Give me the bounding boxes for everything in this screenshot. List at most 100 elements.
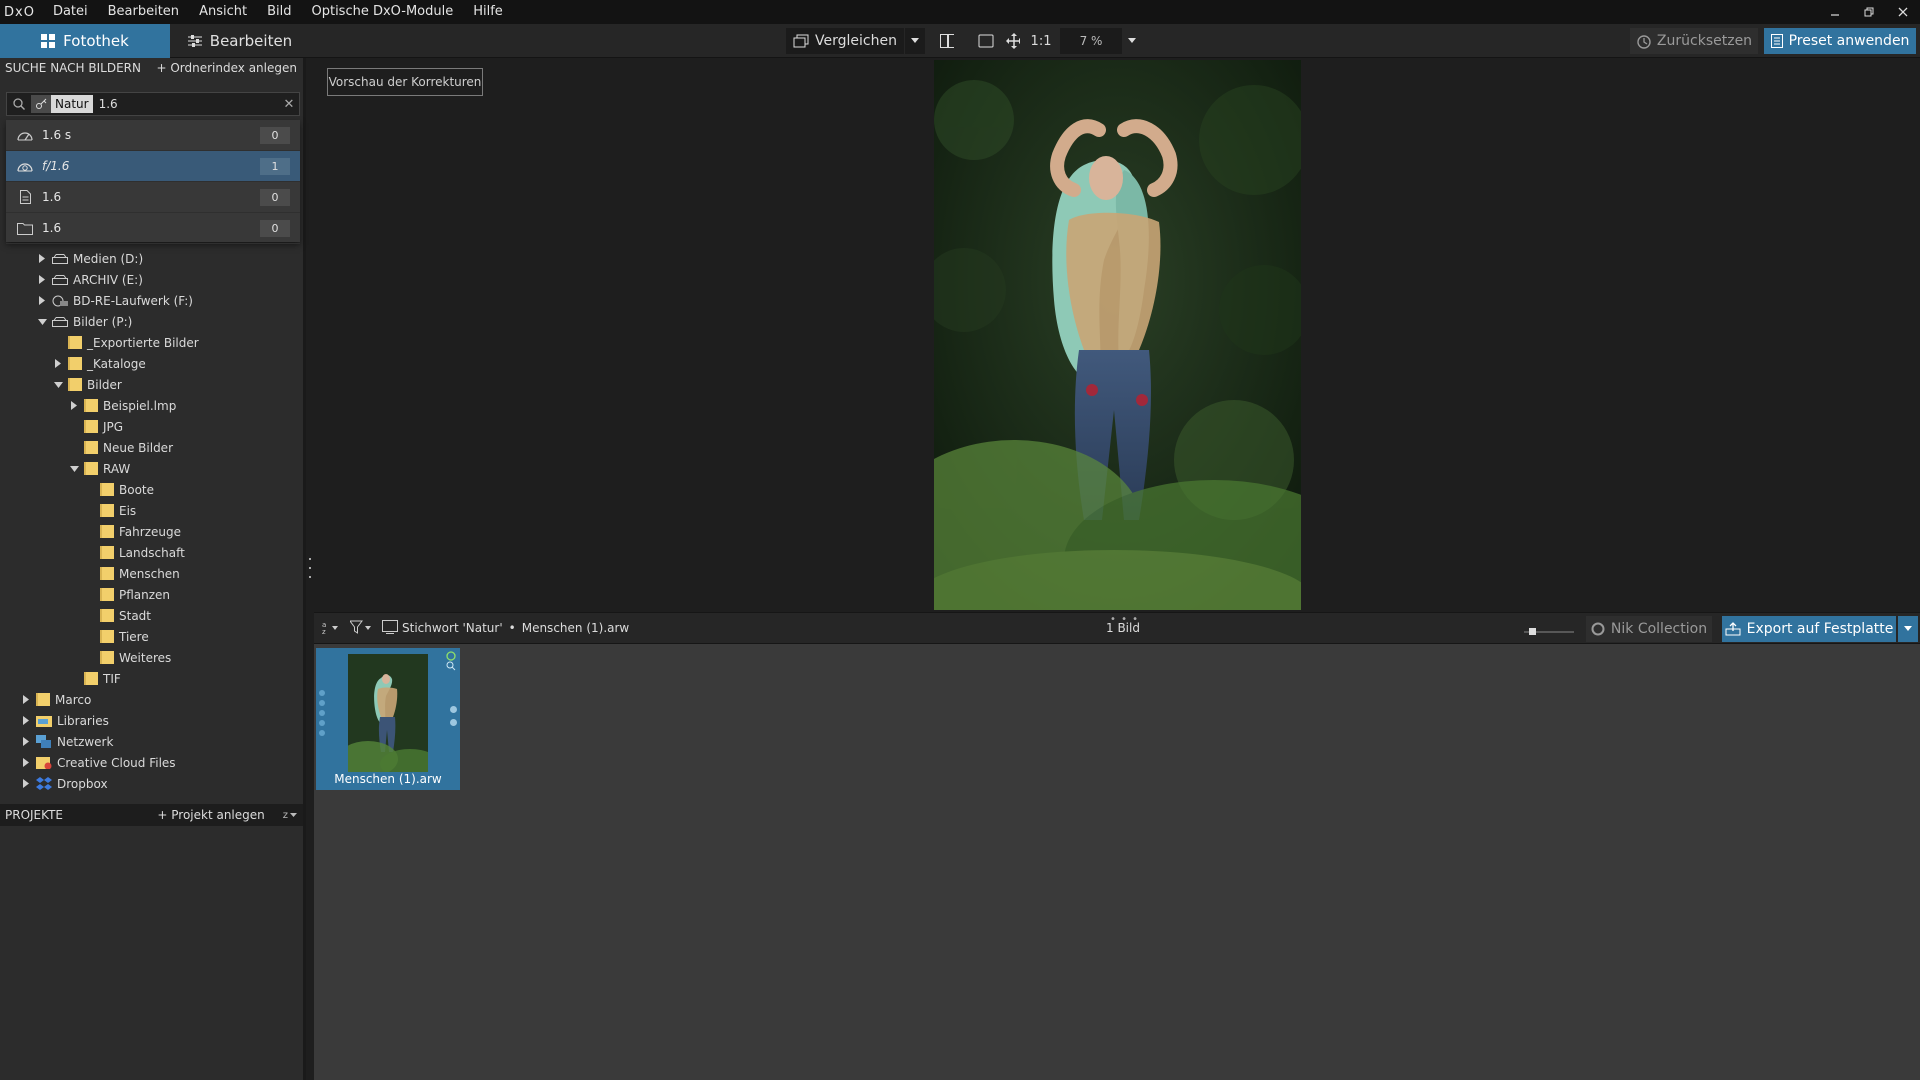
reset-button[interactable]: Zurücksetzen — [1630, 28, 1758, 54]
tree-item[interactable]: Beispiel.lmp — [0, 395, 303, 416]
zoom-dropdown[interactable] — [1122, 28, 1142, 54]
chevron-right-icon[interactable] — [36, 295, 48, 307]
export-icon — [1725, 622, 1741, 636]
suggestion-file[interactable]: 1.6 0 — [6, 182, 300, 213]
sort-icon[interactable]: az — [322, 620, 340, 637]
nik-icon — [1591, 622, 1605, 636]
preview-corrections-button[interactable]: Vorschau der Korrekturen — [327, 68, 483, 96]
chevron-right-icon[interactable] — [20, 736, 32, 748]
chevron-right-icon[interactable] — [20, 715, 32, 727]
restore-icon[interactable] — [1852, 0, 1886, 24]
tree-item[interactable]: _Kataloge — [0, 353, 303, 374]
compare-button[interactable]: Vergleichen — [786, 28, 904, 54]
search-input[interactable]: Natur 1.6 ✕ — [6, 92, 300, 116]
menu-optische-module[interactable]: Optische DxO-Module — [301, 0, 463, 24]
export-dropdown[interactable] — [1898, 616, 1918, 642]
chevron-down-icon[interactable] — [36, 316, 48, 328]
create-folder-index-button[interactable]: + Ordnerindex anlegen — [156, 61, 297, 75]
menu-bild[interactable]: Bild — [257, 0, 301, 24]
chevron-right-icon[interactable] — [68, 400, 80, 412]
search-header: SUCHE NACH BILDERN + Ordnerindex anlegen — [0, 58, 303, 78]
chevron-down-icon[interactable] — [52, 379, 64, 391]
chevron-right-icon[interactable] — [20, 778, 32, 790]
tree-item[interactable]: Medien (D:) — [0, 248, 303, 269]
view-group: 1:1 7 % — [934, 28, 1142, 54]
tree-item-label: Eis — [119, 503, 137, 518]
filter-icon[interactable] — [349, 620, 372, 637]
menu-ansicht[interactable]: Ansicht — [189, 0, 257, 24]
tree-item[interactable]: Pflanzen — [0, 584, 303, 605]
tree-item[interactable]: _Exportierte Bilder — [0, 332, 303, 353]
tree-item[interactable]: Menschen — [0, 563, 303, 584]
thumbnail-size-slider[interactable] — [1522, 622, 1576, 636]
libraries-icon — [36, 714, 52, 727]
thumbnail[interactable]: Menschen (1).arw — [316, 648, 460, 790]
keyword-chip[interactable]: Natur — [31, 95, 93, 113]
tree-item[interactable]: TIF — [0, 668, 303, 689]
clear-search-icon[interactable]: ✕ — [279, 97, 299, 112]
nik-collection-button[interactable]: Nik Collection — [1586, 616, 1712, 642]
tab-bearbeiten[interactable]: Bearbeiten — [170, 24, 310, 58]
chevron-right-icon[interactable] — [20, 694, 32, 706]
export-button[interactable]: Export auf Festplatte — [1722, 616, 1896, 642]
chevron-right-icon[interactable] — [52, 358, 64, 370]
add-project-button[interactable]: + Projekt anlegen — [157, 808, 264, 822]
tree-item[interactable]: RAW — [0, 458, 303, 479]
suggestion-aperture[interactable]: f/1.6 1 — [6, 151, 300, 182]
chevron-right-icon[interactable] — [20, 757, 32, 769]
image-count: 1 Bild — [1106, 621, 1140, 635]
tree-item[interactable]: Boote — [0, 479, 303, 500]
tree-item[interactable]: Fahrzeuge — [0, 521, 303, 542]
tree-item-label: _Kataloge — [87, 356, 146, 371]
suggestion-folder[interactable]: 1.6 0 — [6, 213, 300, 244]
chevron-right-icon[interactable] — [36, 253, 48, 265]
pan-button[interactable] — [1000, 28, 1026, 54]
tree-item[interactable]: Libraries — [0, 710, 303, 731]
tree-item[interactable]: Weiteres — [0, 647, 303, 668]
tree-item[interactable]: Creative Cloud Files — [0, 752, 303, 773]
menu-datei[interactable]: Datei — [43, 0, 98, 24]
fit-screen-button[interactable] — [972, 28, 1000, 54]
chevron-right-icon[interactable] — [36, 274, 48, 286]
tree-item[interactable]: ARCHIV (E:) — [0, 269, 303, 290]
menu-bearbeiten[interactable]: Bearbeiten — [98, 0, 189, 24]
suggestion-count: 0 — [260, 189, 290, 206]
tree-item[interactable]: Landschaft — [0, 542, 303, 563]
tree-item[interactable]: Dropbox — [0, 773, 303, 794]
flag-markers[interactable] — [450, 706, 457, 726]
zoom-select[interactable]: 7 % — [1060, 28, 1122, 54]
panel-splitter[interactable] — [308, 558, 312, 578]
tree-item[interactable]: Bilder — [0, 374, 303, 395]
tree-item[interactable]: Bilder (P:) — [0, 311, 303, 332]
tree-item[interactable]: Neue Bilder — [0, 437, 303, 458]
suggestion-shutter[interactable]: 1.6 s 0 — [6, 120, 300, 151]
tree-item-label: ARCHIV (E:) — [73, 272, 143, 287]
tab-fotothek[interactable]: Fotothek — [0, 24, 170, 58]
tree-item[interactable]: BD-RE-Laufwerk (F:) — [0, 290, 303, 311]
close-icon[interactable] — [1886, 0, 1920, 24]
tree-item[interactable]: Marco — [0, 689, 303, 710]
main-photo[interactable] — [934, 60, 1301, 610]
apply-preset-button[interactable]: Preset anwenden — [1764, 28, 1916, 54]
sort-label: z — [282, 809, 288, 821]
tree-item[interactable]: Netzwerk — [0, 731, 303, 752]
suggestion-count: 1 — [260, 158, 290, 175]
svg-text:z: z — [322, 628, 326, 634]
minimize-icon[interactable] — [1818, 0, 1852, 24]
menu-hilfe[interactable]: Hilfe — [463, 0, 513, 24]
split-view-icon — [940, 34, 954, 48]
tree-item[interactable]: Tiere — [0, 626, 303, 647]
tree-item[interactable]: JPG — [0, 416, 303, 437]
split-view-button[interactable] — [934, 28, 960, 54]
chevron-down-icon[interactable] — [68, 463, 80, 475]
tree-item[interactable]: Stadt — [0, 605, 303, 626]
compare-dropdown[interactable] — [905, 28, 925, 54]
sort-icon[interactable]: z — [283, 810, 297, 821]
tree-item-label: Landschaft — [119, 545, 185, 560]
rating-stars[interactable] — [319, 690, 327, 736]
zoom-1to1-button[interactable]: 1:1 — [1026, 28, 1056, 54]
tree-item[interactable]: Eis — [0, 500, 303, 521]
